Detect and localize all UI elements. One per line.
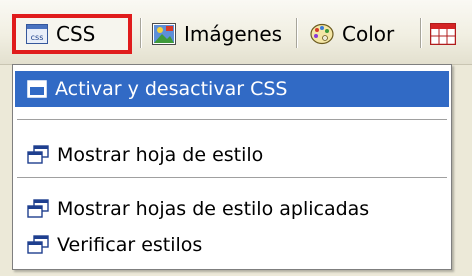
images-icon	[152, 23, 176, 45]
menu-item-show-applied-stylesheets[interactable]: Mostrar hojas de estilo aplicadas	[15, 191, 449, 227]
table-icon	[430, 23, 456, 45]
menu-item-label: Mostrar hojas de estilo aplicadas	[57, 198, 370, 220]
toolbar-separator	[420, 18, 422, 48]
toolbar-separator	[296, 18, 298, 48]
css-dropdown-menu: Activar y desactivar CSS Mostrar hoja de…	[12, 64, 452, 270]
menu-item-show-stylesheet[interactable]: Mostrar hoja de estilo	[15, 137, 449, 173]
menu-item-check-styles[interactable]: Verificar estilos	[15, 227, 449, 263]
svg-text:css: css	[31, 33, 44, 42]
css-icon: css	[26, 24, 48, 44]
color-menu-label: Color	[342, 22, 395, 46]
menu-item-label: Verificar estilos	[57, 234, 203, 256]
menu-separator	[17, 119, 447, 121]
css-menu-button[interactable]: css CSS	[12, 14, 132, 54]
images-menu-label: Imágenes	[184, 22, 283, 46]
color-palette-icon	[310, 23, 334, 45]
color-menu-button[interactable]: Color	[306, 14, 414, 54]
toolbar: css CSS Imágenes Color	[0, 0, 472, 65]
cascade-windows-icon	[27, 199, 49, 219]
toolbar-separator	[140, 18, 142, 48]
menu-separator	[17, 177, 447, 179]
cascade-windows-icon	[27, 235, 49, 255]
window-icon	[27, 80, 47, 98]
menu-item-label: Mostrar hoja de estilo	[57, 144, 264, 166]
css-menu-label: CSS	[56, 22, 96, 46]
misc-menu-button[interactable]	[428, 14, 468, 54]
menu-item-toggle-css[interactable]: Activar y desactivar CSS	[15, 71, 449, 107]
cascade-windows-icon	[27, 145, 49, 165]
images-menu-button[interactable]: Imágenes	[148, 14, 288, 54]
menu-item-label: Activar y desactivar CSS	[55, 78, 288, 100]
